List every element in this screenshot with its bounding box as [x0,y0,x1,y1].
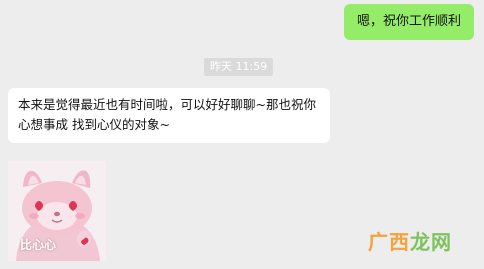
watermark-logo: 广西 龙网 [368,226,452,255]
sticker-message[interactable]: 比心心 [8,161,106,261]
incoming-message-bubble[interactable]: 本来是觉得最近也有时间啦，可以好好聊聊~那也祝你心想事成 找到心仪的对象~ [8,88,330,143]
sticker-caption: 比心心 [20,238,57,252]
chat-area: 嗯，祝你工作顺利 昨天 11:59 本来是觉得最近也有时间啦，可以好好聊聊~那也… [0,0,484,269]
watermark-part-1: 广西 [368,230,410,254]
message-timestamp: 昨天 11:59 [204,58,274,76]
watermark-part-2: 龙网 [410,230,452,254]
outgoing-message-bubble[interactable]: 嗯，祝你工作顺利 [343,4,474,40]
